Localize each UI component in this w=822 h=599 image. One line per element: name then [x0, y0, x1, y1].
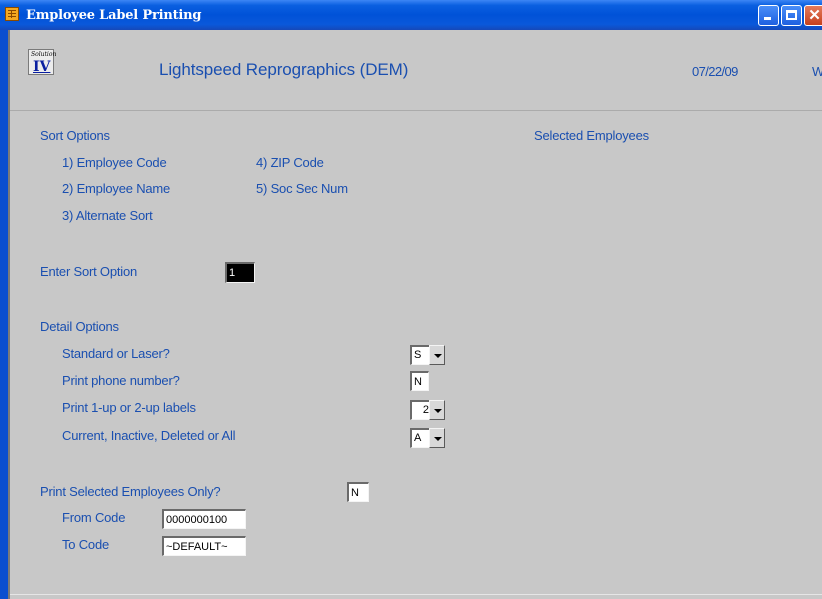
status-filter-select[interactable]: A — [410, 428, 445, 448]
current-date: 07/22/09 — [692, 64, 738, 79]
sort-option-employee-name: 2) Employee Name — [62, 181, 171, 196]
chevron-down-icon[interactable] — [429, 400, 445, 420]
sort-option-zip-code: 4) ZIP Code — [256, 155, 324, 170]
window-frame-left — [0, 30, 8, 599]
minimize-button[interactable] — [758, 5, 779, 26]
window-title: Employee Label Printing — [26, 8, 202, 23]
title-bar[interactable]: Employee Label Printing ✕ — [0, 0, 822, 30]
chevron-down-icon[interactable] — [429, 345, 445, 365]
close-icon: ✕ — [808, 7, 821, 24]
sort-option-employee-code: 1) Employee Code — [62, 155, 167, 170]
detail-options-heading: Detail Options — [40, 319, 119, 334]
header-truncated-text: W — [812, 64, 822, 79]
standard-or-laser-label: Standard or Laser? — [62, 346, 170, 361]
status-filter-label: Current, Inactive, Deleted or All — [62, 428, 236, 443]
sort-option-input[interactable]: 1 — [225, 262, 255, 283]
minimize-icon — [764, 17, 771, 20]
close-button[interactable]: ✕ — [804, 5, 822, 26]
print-phone-input[interactable]: N — [410, 371, 429, 391]
print-selected-only-input[interactable]: N — [347, 482, 369, 502]
chevron-down-icon[interactable] — [429, 428, 445, 448]
header-divider — [10, 110, 822, 111]
to-code-label: To Code — [62, 537, 110, 552]
standard-or-laser-select[interactable]: S — [410, 345, 445, 365]
to-code-input[interactable]: ~DEFAULT~ — [162, 536, 246, 556]
company-name: Lightspeed Reprographics (DEM) — [159, 60, 409, 79]
from-code-label: From Code — [62, 510, 126, 525]
status-filter-value: A — [410, 428, 430, 448]
print-selected-only-label: Print Selected Employees Only? — [40, 484, 221, 499]
client-area — [8, 30, 822, 599]
standard-or-laser-value: S — [410, 345, 430, 365]
sort-option-alternate-sort: 3) Alternate Sort — [62, 208, 153, 223]
print-up-value: 2 — [410, 400, 430, 420]
bottom-divider — [10, 594, 822, 595]
sort-options-heading: Sort Options — [40, 128, 110, 143]
print-up-label: Print 1-up or 2-up labels — [62, 400, 196, 415]
app-icon[interactable] — [5, 7, 19, 21]
maximize-icon — [786, 10, 797, 20]
sort-option-soc-sec-num: 5) Soc Sec Num — [256, 181, 348, 196]
maximize-button[interactable] — [781, 5, 802, 26]
from-code-input[interactable]: 0000000100 — [162, 509, 246, 529]
enter-sort-option-label: Enter Sort Option — [40, 264, 138, 279]
print-up-select[interactable]: 2 — [410, 400, 445, 420]
selected-employees-label: Selected Employees — [534, 128, 649, 143]
solution-iv-logo: Solution IV — [28, 49, 56, 75]
print-phone-label: Print phone number? — [62, 373, 180, 388]
